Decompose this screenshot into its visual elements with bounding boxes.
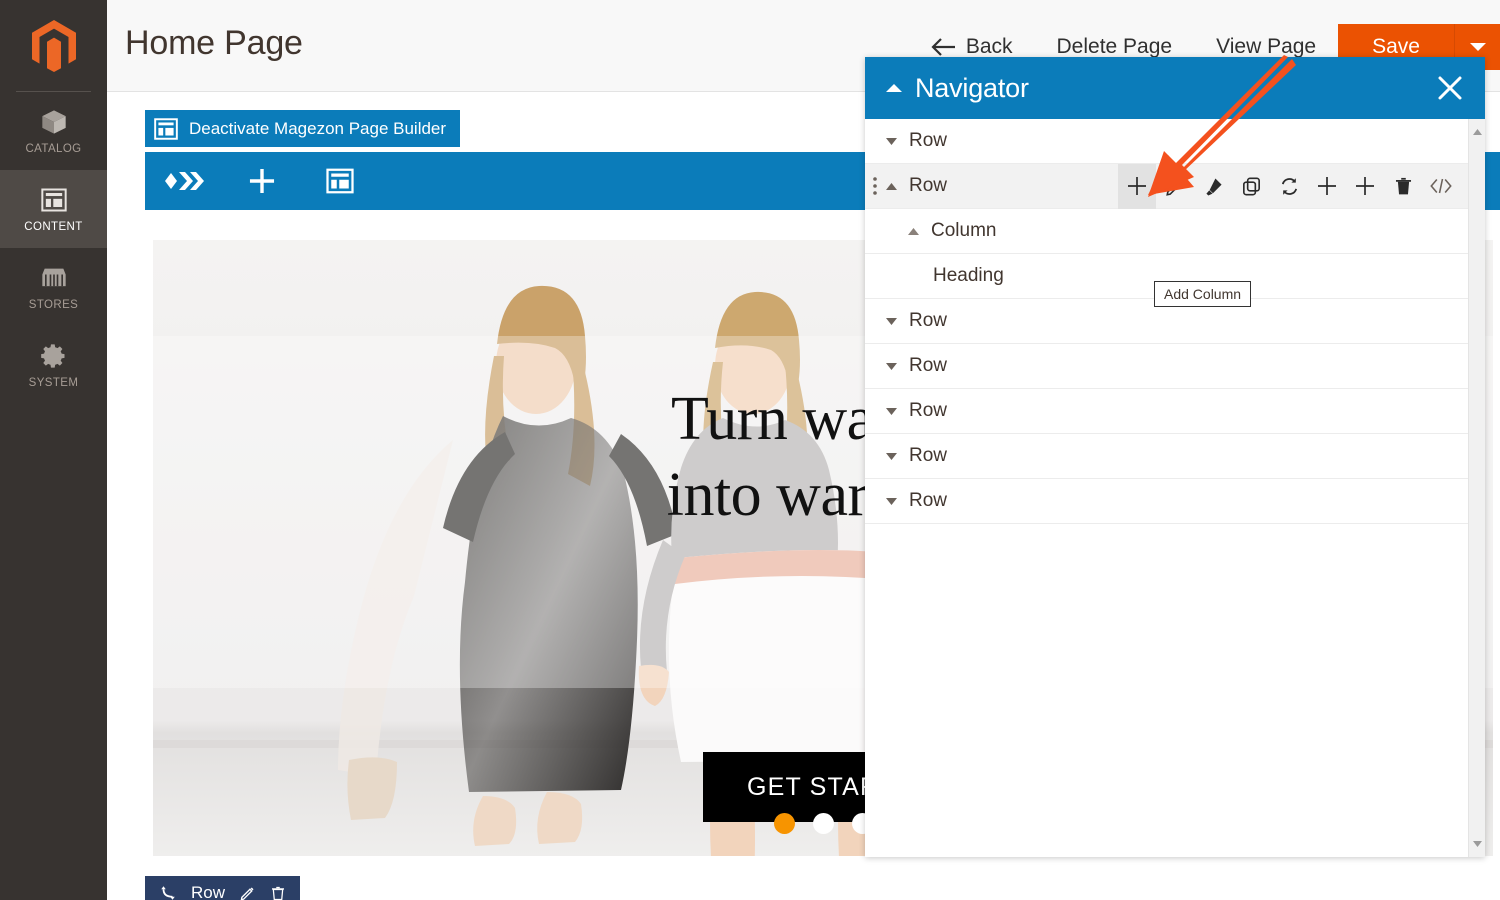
caret-down-icon[interactable]	[883, 362, 899, 371]
tooltip-add-column: Add Column	[1154, 281, 1252, 307]
gear-icon	[40, 343, 64, 368]
tree-item-label: Row	[909, 130, 948, 151]
sidebar-item-label: CONTENT	[24, 220, 83, 233]
plus-icon	[1318, 177, 1336, 195]
pencil-icon[interactable]	[239, 885, 256, 900]
carousel-dot[interactable]	[812, 813, 834, 834]
row-element-toolbar: Row	[145, 876, 301, 900]
magezon-chevrons-icon	[165, 172, 204, 190]
duplicate-button[interactable]	[1232, 164, 1270, 209]
navigator-header: Navigator	[865, 57, 1485, 119]
caret-up-icon[interactable]	[883, 182, 899, 191]
tree-item-row[interactable]: Row	[865, 479, 1468, 524]
sidebar-item-label: CATALOG	[25, 142, 82, 155]
tree-item-row[interactable]: Row	[865, 434, 1468, 479]
tree-item-label: Row	[909, 400, 948, 421]
duplicate-icon	[1242, 177, 1260, 195]
deactivate-label: Deactivate Magezon Page Builder	[189, 118, 447, 138]
delete-button[interactable]	[1384, 164, 1422, 209]
trash-icon[interactable]	[270, 885, 286, 900]
sidebar-item-system[interactable]: SYSTEM	[0, 326, 107, 404]
page-layout-icon	[40, 188, 67, 211]
tree-item-row[interactable]: Row	[865, 119, 1468, 164]
close-icon[interactable]	[1433, 71, 1467, 105]
page-title: Home Page	[125, 24, 303, 62]
paintbrush-icon	[1205, 177, 1222, 196]
tree-item-row[interactable]: Row	[865, 389, 1468, 434]
drag-handle-icon[interactable]	[871, 175, 879, 197]
page-layout-icon	[154, 117, 178, 140]
deactivate-page-builder-button[interactable]: Deactivate Magezon Page Builder	[145, 110, 461, 147]
trash-icon	[1395, 177, 1411, 194]
caret-down-icon[interactable]	[883, 137, 899, 146]
caret-down-icon[interactable]	[883, 497, 899, 506]
code-icon	[1430, 178, 1452, 194]
navigator-panel: Navigator Row Row Column Heading Row Row…	[865, 57, 1485, 857]
plus-icon	[1128, 177, 1146, 195]
navigator-title: Navigator	[915, 72, 1029, 103]
templates-button[interactable]	[301, 152, 379, 210]
sidebar-item-label: STORES	[28, 298, 79, 311]
tree-item-label: Row	[909, 175, 948, 196]
row-badge-label: Row	[191, 883, 226, 900]
tree-item-label: Row	[909, 445, 948, 466]
tree-item-row-selected[interactable]: Row	[865, 163, 1468, 209]
caret-up-icon[interactable]	[885, 82, 903, 94]
carousel-dot[interactable]	[773, 813, 795, 834]
tree-item-row[interactable]: Row	[865, 344, 1468, 389]
page-layout-icon	[326, 168, 354, 194]
add-before-button[interactable]	[1308, 164, 1346, 209]
sidebar-item-label: SYSTEM	[28, 376, 79, 389]
storefront-icon	[41, 268, 66, 286]
add-after-button[interactable]	[1346, 164, 1384, 209]
add-element-button[interactable]	[223, 152, 301, 210]
caret-up-icon[interactable]	[905, 227, 921, 236]
scroll-down-arrow-icon[interactable]	[1472, 835, 1483, 853]
tree-item-label: Row	[909, 490, 948, 511]
tree-item-label: Row	[909, 355, 948, 376]
tree-item-label: Row	[909, 310, 948, 331]
add-column-button[interactable]	[1118, 163, 1156, 209]
tree-item-label: Column	[931, 220, 997, 241]
scroll-up-arrow-icon[interactable]	[1472, 123, 1483, 141]
caret-down-icon[interactable]	[883, 317, 899, 326]
magento-admin-page-builder: CATALOG CONTENT STORES SYSTEM Deactivate…	[0, 0, 1500, 900]
reload-button[interactable]	[1270, 164, 1308, 209]
move-icon[interactable]	[159, 884, 177, 900]
navigator-body: Row Row Column Heading Row Row Row Row R…	[865, 119, 1485, 857]
sidebar-item-catalog[interactable]: CATALOG	[0, 92, 107, 170]
pencil-icon	[1165, 178, 1183, 196]
edit-button[interactable]	[1156, 164, 1194, 209]
sidebar-item-content[interactable]: CONTENT	[0, 170, 107, 248]
chevron-down-icon	[1469, 43, 1486, 51]
sidebar-item-stores[interactable]: STORES	[0, 248, 107, 326]
refresh-icon	[1281, 177, 1297, 195]
navigator-scrollbar[interactable]	[1468, 119, 1485, 857]
magezon-logo-button[interactable]	[145, 152, 223, 210]
caret-down-icon[interactable]	[883, 452, 899, 461]
magento-logo[interactable]	[0, 0, 107, 92]
tree-item-label: Heading	[933, 265, 1004, 286]
plus-icon	[249, 168, 275, 194]
tree-item-column[interactable]: Column	[865, 209, 1468, 254]
style-button[interactable]	[1194, 164, 1232, 209]
arrow-left-icon	[931, 38, 955, 56]
navigator-tree: Row Row Column Heading Row Row Row Row R…	[865, 119, 1468, 857]
plus-icon	[1356, 177, 1374, 195]
box-icon	[41, 109, 66, 134]
code-button[interactable]	[1422, 164, 1460, 209]
caret-down-icon[interactable]	[883, 407, 899, 416]
magento-logo-icon	[31, 20, 76, 72]
admin-sidebar: CATALOG CONTENT STORES SYSTEM	[0, 0, 107, 900]
row-tools	[1118, 163, 1460, 209]
